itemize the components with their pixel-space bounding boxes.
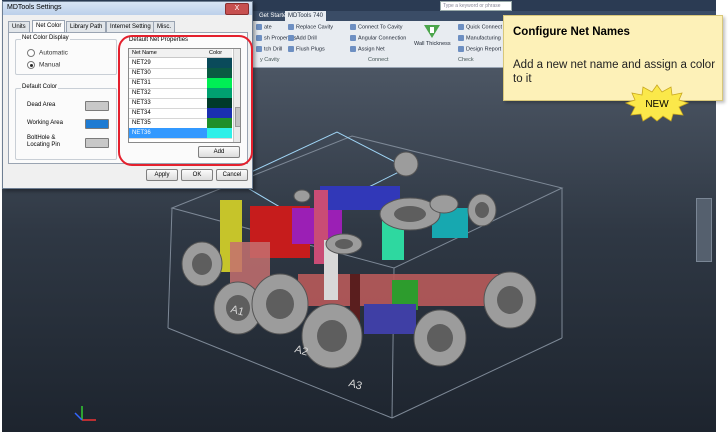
callout-body: Add a new net name and assign a color to… [513,59,716,85]
plug-icon [288,46,294,52]
dead-area-color-button[interactable] [85,101,109,111]
ribbon-item[interactable]: ate [256,24,272,30]
report-icon [458,46,464,52]
connect-to-cavity-button[interactable]: Connect To Cavity [350,24,403,30]
bolthole-label: BoltHole & Locating Pin [27,135,61,148]
automatic-radio[interactable]: Automatic [27,49,68,57]
callout-title: Configure Net Names [513,26,630,38]
port-label: A3 [347,377,363,392]
close-button[interactable]: X [225,3,249,15]
group-label: Default Color [21,84,59,90]
tab-mdtools[interactable]: MDTools 740 [285,11,327,21]
tab-units[interactable]: Units [8,21,30,32]
cancel-button[interactable]: Cancel [216,169,248,181]
radio-selected-icon [27,61,35,69]
manufacturing-button[interactable]: Manufacturing [458,35,501,41]
new-badge-label: NEW [645,99,669,110]
ribbon-group-label: Check [458,57,474,63]
connect-icon [350,24,356,30]
properties-icon [256,35,262,41]
replace-cavity-button[interactable]: Replace Cavity [288,24,333,30]
drill-icon [256,46,262,52]
net-icon [350,46,356,52]
cavity-icon [256,24,262,30]
new-badge-starburst-icon: NEW [625,84,689,122]
quick-connect-icon [458,24,464,30]
quick-connect-button[interactable]: Quick Connect [458,24,502,30]
working-area-color-button[interactable] [85,119,109,129]
wall-thickness-icon [424,25,440,38]
navigation-bar[interactable] [696,198,712,262]
group-label: Net Color Display [21,35,70,41]
ok-button[interactable]: OK [181,169,213,181]
dead-area-label: Dead Area [27,102,56,108]
drill-icon [288,35,294,41]
add-drill-button[interactable]: Add Drill [288,35,317,41]
manufacturing-icon [458,35,464,41]
dialog-title: MDTools Settings [7,4,62,11]
port-label: A2 [293,343,309,358]
search-input[interactable]: Type a keyword or phrase [440,1,512,11]
highlight-ring [118,35,253,166]
dialog-titlebar: MDTools Settings X [3,2,252,15]
axis-triad-icon [74,406,96,421]
callout-box: Configure Net Names Add a new net name a… [503,15,723,101]
tab-internet-setting[interactable]: Internet Setting [106,21,155,32]
ribbon-group-label: Connect [368,57,389,63]
tab-library-path[interactable]: Library Path [66,21,107,32]
assign-net-button[interactable]: Assign Net [350,46,385,52]
apply-button[interactable]: Apply [146,169,178,181]
angular-connection-button[interactable]: Angular Connection [350,35,406,41]
manual-radio[interactable]: Manual [27,61,60,69]
replace-icon [288,24,294,30]
ribbon-group-label: y Cavity [260,57,280,63]
design-report-button[interactable]: Design Report [458,46,501,52]
slide: Type a keyword or phrase Get Started MDT… [0,0,728,433]
ribbon-item[interactable]: tch Drill [256,46,282,52]
flush-plugs-button[interactable]: Flush Plugs [288,46,325,52]
net-color-display-group [15,39,117,75]
working-area-label: Working Area [27,120,63,126]
mdtools-settings-dialog: MDTools Settings X Units Net Color Libra… [2,1,253,189]
bolthole-color-button[interactable] [85,138,109,148]
radio-icon [27,49,35,57]
angle-icon [350,35,356,41]
tab-misc[interactable]: Misc. [153,21,175,32]
wall-thickness-button[interactable]: Wall Thickness [414,41,451,47]
